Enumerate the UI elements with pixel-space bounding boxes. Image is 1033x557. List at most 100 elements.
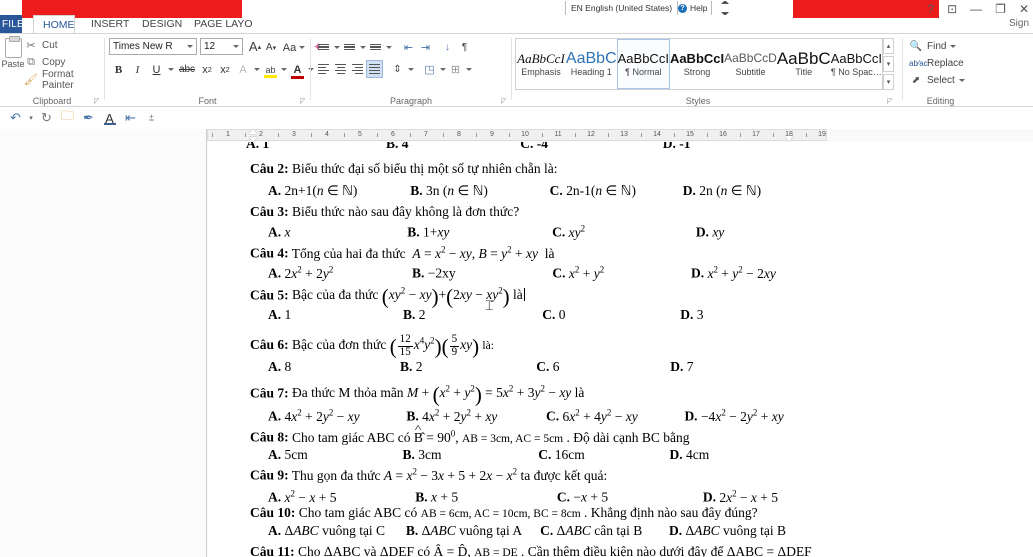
decrease-indent-button[interactable]: ⇤ [400,38,417,56]
option-text-c: −x + 5 [573,489,609,505]
document-page[interactable]: A. 1 B. 4 C. -4 D. -1 Câu 2: Biểu thức đ… [208,142,1033,557]
styles-dialog-launcher-icon[interactable]: ◸ [887,98,894,105]
numbering-button[interactable] [341,38,358,56]
italic-button[interactable]: I [128,60,147,79]
indent-markers[interactable] [249,129,258,146]
cut-button[interactable]: ✂ Cut [24,37,104,54]
justify-button[interactable] [366,60,383,78]
open-folder-icon[interactable]: 🗀 [57,108,78,128]
increase-indent-button[interactable]: ⇥ [417,38,434,56]
styles-scroll-up-icon[interactable]: ▴ [883,38,894,54]
more-icon[interactable]: ⩲ [141,108,162,128]
font-color-button[interactable]: A [289,60,306,79]
option-label-b: B. [410,183,423,198]
shrink-font-button[interactable]: A ▾ [264,39,278,56]
multilevel-chevron-down-icon[interactable] [384,38,393,56]
tab-page-layout[interactable]: PAGE LAYO [185,15,262,34]
document-body[interactable]: A. 1 B. 4 C. -4 D. -1 Câu 2: Biểu thức đ… [208,142,1033,557]
format-painter-icon[interactable]: ✒ [78,108,99,128]
style-title[interactable]: AaBbC Title [777,39,831,89]
highlight-button[interactable]: ab [262,60,279,79]
borders-chevron-down-icon[interactable] [464,60,473,78]
group-paragraph: ⇤ ⇥ ↓ ¶ ⇕ ◳ ⊞ Paragraph ◸ [311,34,511,107]
help-button[interactable]: ? Help [674,1,713,15]
underline-chevron-down-icon[interactable] [166,60,176,79]
find-button[interactable]: 🔍 Find [909,38,965,55]
style-no-spacing[interactable]: AaBbCcI ¶ No Spac… [831,39,882,89]
undo-chevron-down-icon[interactable]: ▾ [26,108,36,128]
paragraph-dialog-launcher-icon[interactable]: ◸ [501,98,508,105]
ribbon-display-options-icon[interactable]: ⊡ [947,3,957,15]
tab-file[interactable]: FILE [0,15,24,34]
font-color-icon[interactable]: A [99,108,120,128]
replace-button[interactable]: ab⁄ac Replace [909,55,965,72]
first-line-indent-marker-icon[interactable] [249,129,257,134]
sort-button[interactable]: ↓ [439,38,456,56]
subscript-button[interactable]: x2 [198,60,216,79]
line-spacing-chevron-down-icon[interactable] [406,60,415,78]
select-chevron-down-icon[interactable] [958,79,965,82]
help-question-icon[interactable]: ? [927,3,934,15]
spinner-buttons[interactable] [721,1,729,15]
numbering-chevron-down-icon[interactable] [358,38,367,56]
style-normal[interactable]: AaBbCcI ¶ Normal [616,39,670,89]
show-formatting-marks-button[interactable]: ¶ [456,38,473,56]
question-cau-8-prompt: Câu 8: Cho tam giác ABC có B̂ = 900, AB … [250,428,689,446]
right-indent-marker[interactable] [785,133,794,142]
font-size-input[interactable]: 12 [200,38,243,55]
styles-scroll-down-icon[interactable]: ▾ [883,56,894,72]
styles-gallery-scroll[interactable]: ▴ ▾ ▾ [883,38,894,90]
option-label-b: B. [412,265,425,281]
redo-icon[interactable]: ↻ [36,108,57,128]
tab-design[interactable]: DESIGN [133,15,191,34]
text-effects-chevron-down-icon[interactable] [252,60,262,79]
format-painter-button[interactable]: 🖌 Format Painter [24,69,104,91]
shading-chevron-down-icon[interactable] [438,60,447,78]
font-name-chevron-down-icon[interactable] [187,45,193,48]
style-heading-1[interactable]: AaBbC Heading 1 [566,39,617,89]
minimize-icon[interactable]: — [970,3,982,15]
style-subtitle[interactable]: AaBbCcD Subtitle [724,39,777,89]
font-name-input[interactable]: Times New R [109,38,197,55]
font-dialog-launcher-icon[interactable]: ◸ [300,98,307,105]
clipboard-dialog-launcher-icon[interactable]: ◸ [94,98,101,105]
close-icon[interactable]: ✕ [1019,3,1029,15]
style-emphasis[interactable]: AaBbCcI Emphasis [516,39,566,89]
find-chevron-down-icon[interactable] [950,45,957,48]
align-center-button[interactable] [332,60,349,78]
change-case-chevron-down-icon[interactable] [299,46,306,49]
multilevel-list-button[interactable] [367,38,384,56]
shading-button[interactable]: ◳ [421,60,438,78]
question-number: Câu 10: [250,505,296,520]
tab-insert[interactable]: INSERT [82,15,138,34]
superscript-button[interactable]: x2 [216,60,234,79]
styles-more-icon[interactable]: ▾ [883,74,894,90]
bold-button[interactable]: B [109,60,128,79]
restore-icon[interactable]: ❐ [995,3,1006,15]
replace-icon: ab⁄ac [909,59,928,68]
strikethrough-button[interactable]: abc [176,60,198,79]
style-strong[interactable]: AaBbCcI Strong [670,39,724,89]
indent-icon[interactable]: ⇤ [120,108,141,128]
align-right-button[interactable] [349,60,366,78]
highlight-chevron-down-icon[interactable] [279,60,289,79]
undo-icon[interactable]: ↶ [5,108,26,128]
font-size-chevron-down-icon[interactable] [233,45,239,48]
underline-button[interactable]: U [147,60,166,79]
ruler-tick: 1 [226,131,230,138]
select-button[interactable]: ⬈ Select [909,72,965,89]
borders-button[interactable]: ⊞ [447,60,464,78]
paste-button[interactable]: Paste [0,36,26,69]
tab-home[interactable]: HOME [33,15,75,34]
align-left-button[interactable] [315,60,332,78]
bullets-button[interactable] [315,38,332,56]
language-indicator[interactable]: EN English (United States) [565,1,679,15]
bullets-chevron-down-icon[interactable] [332,38,341,56]
grow-font-button[interactable]: A ▴ [247,38,263,55]
change-case-button[interactable]: Aa [282,39,306,56]
horizontal-ruler[interactable]: 1 2 3 4 5 6 7 8 9 10 11 12 13 14 15 16 1… [207,129,827,146]
partial-option-b: B. 4 [386,142,409,151]
text-effects-button[interactable]: A [234,60,252,79]
line-spacing-button[interactable]: ⇕ [389,60,406,78]
spinner-up-icon[interactable] [721,1,729,4]
